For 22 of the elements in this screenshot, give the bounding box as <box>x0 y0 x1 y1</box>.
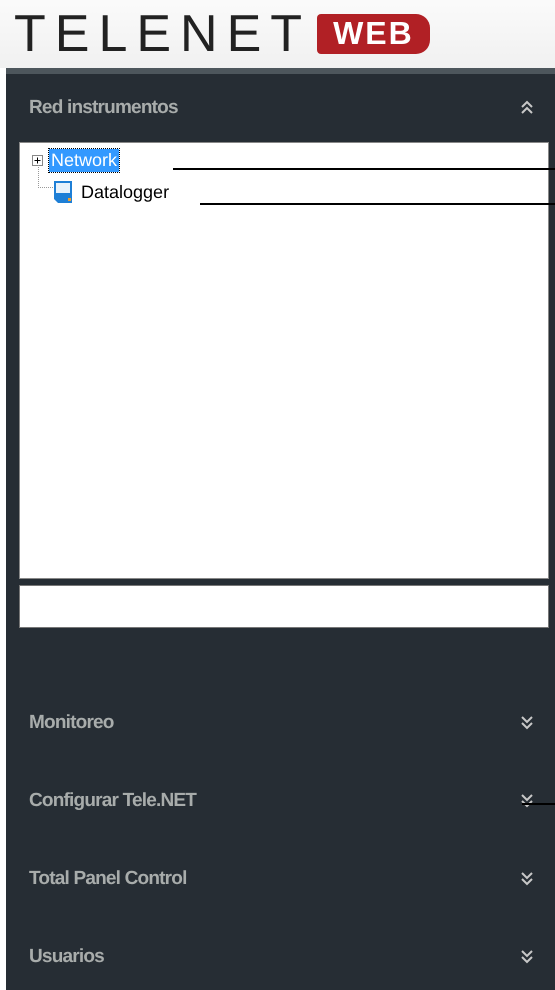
expand-icon[interactable] <box>521 871 533 887</box>
tree-item[interactable]: Datalogger <box>79 180 172 204</box>
section-title: Total Panel Control <box>29 868 187 890</box>
section-title: Red instrumentos <box>29 97 178 120</box>
section-header[interactable]: Usuarios <box>6 918 555 990</box>
collapse-icon[interactable] <box>521 100 533 116</box>
section-header[interactable]: Monitoreo <box>6 684 555 762</box>
section-title: Usuarios <box>29 946 104 968</box>
device-icon <box>53 180 73 204</box>
expand-icon[interactable] <box>521 715 533 732</box>
logo-wordmark: TELENET <box>14 8 312 60</box>
section-header[interactable]: Total Panel Control <box>6 840 555 918</box>
plus-icon[interactable] <box>32 154 43 166</box>
expand-icon[interactable] <box>521 793 533 810</box>
section-title: Monitoreo <box>29 712 114 734</box>
section-title: Configurar Tele.NET <box>29 790 196 812</box>
section-header[interactable]: Configurar Tele.NET <box>6 762 555 840</box>
leader-line <box>522 803 555 804</box>
input-field[interactable] <box>19 585 549 628</box>
section-header[interactable]: Red instrumentos <box>6 74 555 142</box>
logo-badge: WEB <box>317 14 430 54</box>
expand-icon[interactable] <box>521 948 533 965</box>
